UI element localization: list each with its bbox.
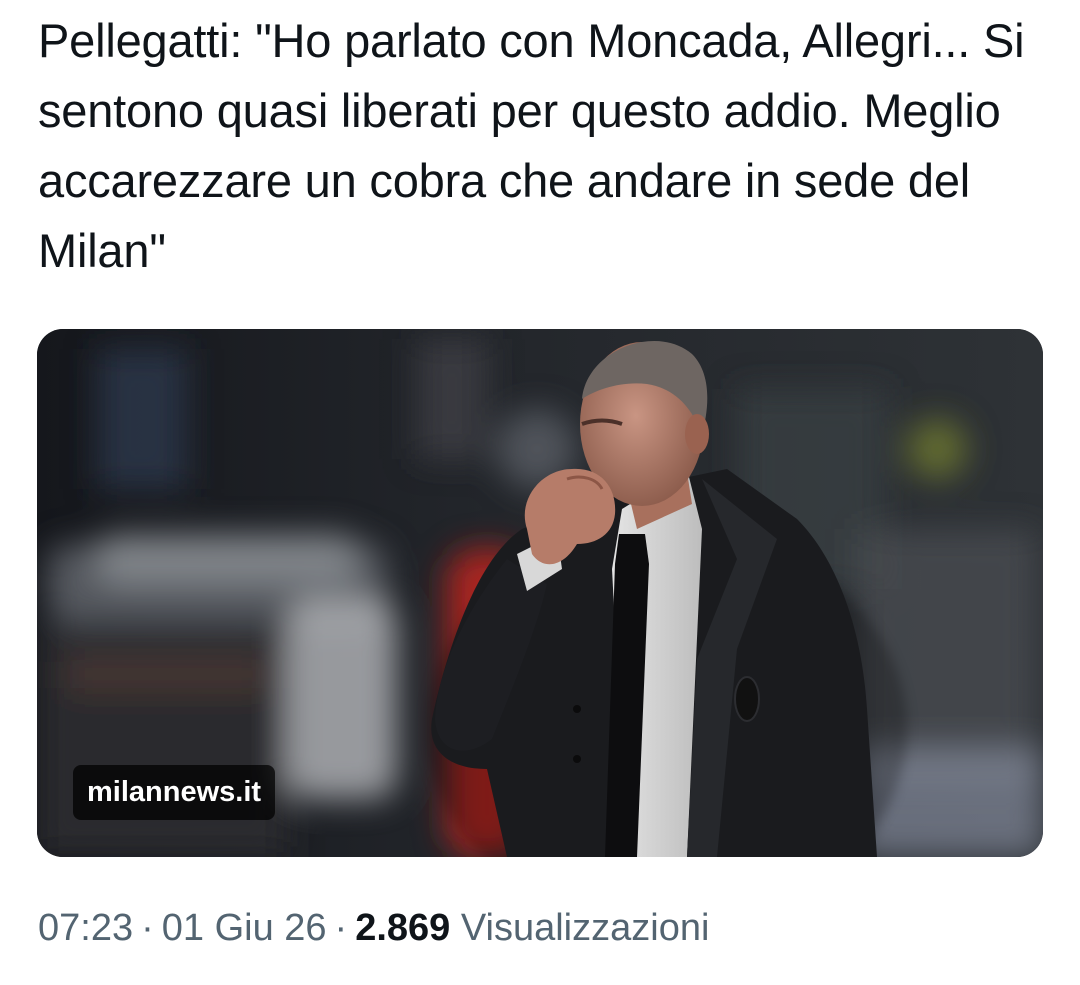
tweet-meta: 07:23 · 01 Giu 26 · 2.869 Visualizzazioni [38,898,709,958]
tweet-time[interactable]: 07:23 [38,907,133,949]
meta-separator: · [141,907,154,949]
media-source-badge[interactable]: milannews.it [73,765,276,820]
tweet-media-image[interactable]: milannews.it [37,329,1043,857]
tweet-text: Pellegatti: "Ho parlato con Moncada, All… [38,14,1025,277]
meta-separator: · [334,907,348,949]
views-count[interactable]: 2.869 [355,907,450,949]
views-label[interactable]: Visualizzazioni [461,907,710,949]
tweet-date[interactable]: 01 Giu 26 [162,907,327,949]
